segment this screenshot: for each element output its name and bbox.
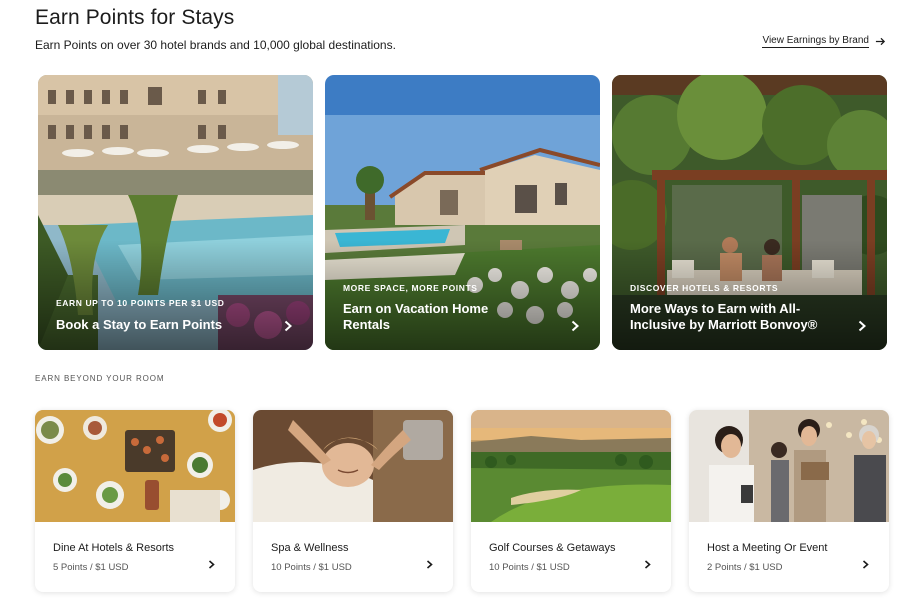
- page-title: Earn Points for Stays: [35, 6, 235, 29]
- earn-card-rate: 10 Points / $1 USD: [489, 562, 570, 573]
- page-subtitle: Earn Points on over 30 hotel brands and …: [35, 38, 396, 52]
- chevron-right-icon: [426, 560, 433, 569]
- earn-card-meeting[interactable]: Host a Meeting Or Event 2 Points / $1 US…: [689, 410, 889, 592]
- hero-heading: Book a Stay to Earn Points: [56, 317, 223, 332]
- earn-card-spa[interactable]: Spa & Wellness 10 Points / $1 USD: [253, 410, 453, 592]
- section-label: EARN BEYOND YOUR ROOM: [35, 374, 165, 383]
- meeting-event-image: [689, 410, 889, 522]
- golf-course-image: [471, 410, 671, 522]
- hero-eyebrow: DISCOVER HOTELS & RESORTS: [630, 283, 779, 293]
- earn-card-golf[interactable]: Golf Courses & Getaways 10 Points / $1 U…: [471, 410, 671, 592]
- chevron-right-icon: [644, 560, 651, 569]
- hero-shade: [325, 240, 600, 350]
- hero-heading: Earn on Vacation Home Rentals: [343, 301, 489, 332]
- earn-card-title: Spa & Wellness: [271, 542, 349, 554]
- hero-card-vacation-homes[interactable]: MORE SPACE, MORE POINTS Earn on Vacation…: [325, 75, 600, 350]
- chevron-right-icon: [571, 320, 579, 332]
- arrow-right-icon: [875, 37, 886, 46]
- hero-card-book-stay[interactable]: EARN UP TO 10 POINTS PER $1 USD Book a S…: [38, 75, 313, 350]
- earn-card-rate: 5 Points / $1 USD: [53, 562, 129, 573]
- earn-cards: Dine At Hotels & Resorts 5 Points / $1 U…: [35, 410, 890, 592]
- hero-shade: [38, 240, 313, 350]
- spa-massage-image: [253, 410, 453, 522]
- view-earnings-by-brand-label: View Earnings by Brand: [762, 35, 869, 48]
- earn-card-title: Dine At Hotels & Resorts: [53, 542, 175, 554]
- hero-eyebrow: MORE SPACE, MORE POINTS: [343, 283, 478, 293]
- earn-card-rate: 10 Points / $1 USD: [271, 562, 352, 573]
- earn-card-dining[interactable]: Dine At Hotels & Resorts 5 Points / $1 U…: [35, 410, 235, 592]
- chevron-right-icon: [862, 560, 869, 569]
- chevron-right-icon: [858, 320, 866, 332]
- hero-card-all-inclusive[interactable]: DISCOVER HOTELS & RESORTS More Ways to E…: [612, 75, 887, 350]
- earn-card-title: Golf Courses & Getaways: [489, 542, 616, 554]
- hero-shade: [612, 240, 887, 350]
- earn-card-title: Host a Meeting Or Event: [707, 542, 828, 554]
- hero-eyebrow: EARN UP TO 10 POINTS PER $1 USD: [56, 298, 225, 308]
- hero-cards: EARN UP TO 10 POINTS PER $1 USD Book a S…: [38, 75, 888, 350]
- earn-card-rate: 2 Points / $1 USD: [707, 562, 783, 573]
- dining-table-image: [35, 410, 235, 522]
- view-earnings-by-brand-link[interactable]: View Earnings by Brand: [762, 35, 886, 48]
- chevron-right-icon: [284, 320, 292, 332]
- chevron-right-icon: [208, 560, 215, 569]
- hero-heading: More Ways to Earn with All-Inclusive by …: [630, 301, 818, 332]
